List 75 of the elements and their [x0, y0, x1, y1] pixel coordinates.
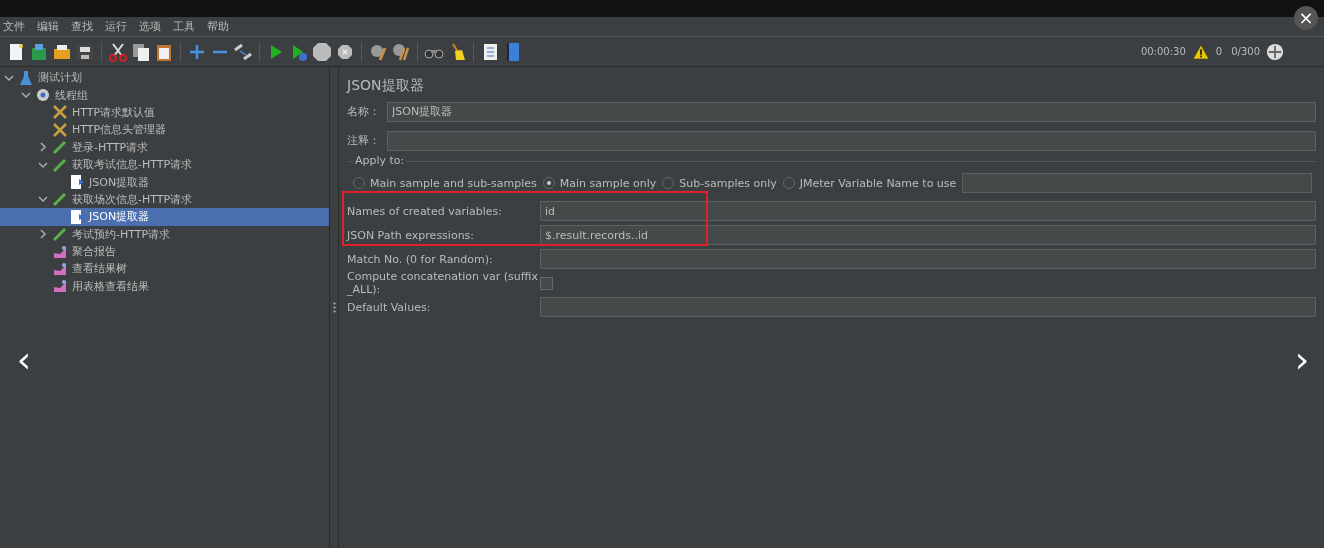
collapsed-caret-icon[interactable] [38, 142, 48, 153]
stop-icon[interactable] [312, 41, 332, 62]
toggle-icon[interactable] [233, 41, 253, 62]
tree-row[interactable]: JSON提取器 [0, 173, 329, 191]
warning-count: 0 [1215, 46, 1223, 57]
tree-row[interactable]: JSON提取器 [0, 208, 329, 226]
flask-icon [18, 69, 34, 86]
comment-field[interactable] [387, 130, 1316, 151]
menu-item[interactable]: 运行 [105, 19, 127, 34]
input-field[interactable]: $.result.records..id [540, 225, 1316, 245]
chart-icon [52, 261, 68, 277]
menu-item[interactable]: 选项 [139, 19, 161, 34]
wrench-icon [52, 121, 68, 138]
collapsed-caret-icon[interactable] [38, 229, 48, 240]
wrench-icon [52, 104, 68, 121]
field-label: JSON Path expressions: [347, 228, 476, 242]
field-label: Names of created variables: [347, 204, 503, 218]
close-button[interactable]: × [1294, 6, 1318, 30]
input-field[interactable] [540, 297, 1316, 317]
menu-item[interactable]: 工具 [173, 19, 195, 34]
expanded-caret-icon[interactable] [38, 159, 48, 170]
tree-row[interactable]: 登录-HTTP请求 [0, 138, 329, 156]
name-field[interactable]: JSON提取器 [387, 101, 1316, 122]
chart-icon [52, 278, 68, 295]
document-icon [69, 208, 85, 225]
tree-row[interactable]: 考试预约-HTTP请求 [0, 225, 329, 243]
pipette-icon [52, 191, 68, 208]
radio-option[interactable]: Sub-samples only [662, 176, 777, 190]
apply-to-label: Apply to: [353, 154, 407, 167]
tree-row[interactable]: 获取场次信息-HTTP请求 [0, 190, 329, 209]
remote-engines-icon[interactable] [1266, 42, 1284, 61]
expanded-caret-icon[interactable] [21, 90, 31, 101]
gear-icon [35, 87, 51, 104]
tree-row[interactable]: 查看结果树 [0, 260, 329, 278]
templates-icon[interactable] [29, 41, 49, 62]
tree-row[interactable]: 线程组 [0, 86, 329, 104]
pipette-icon [52, 139, 68, 156]
tree-row[interactable]: 用表格查看结果 [0, 277, 329, 296]
cut-icon[interactable] [108, 41, 128, 62]
chart-icon [52, 243, 68, 260]
pipette-icon [52, 156, 68, 173]
panel-title: JSON提取器 [347, 76, 425, 95]
menu-item[interactable]: 帮助 [207, 19, 229, 34]
copy-icon[interactable] [131, 41, 151, 62]
tree-row[interactable]: 测试计划 [0, 69, 329, 87]
tree-row[interactable]: HTTP信息头管理器 [0, 121, 329, 139]
clear-all-icon[interactable] [391, 41, 411, 62]
variable-name-field[interactable] [962, 173, 1312, 193]
radio-option[interactable]: Main sample and sub-samples [353, 176, 537, 190]
tree-row[interactable]: 获取考试信息-HTTP请求 [0, 155, 329, 174]
tree-row[interactable]: HTTP请求默认值 [0, 103, 329, 122]
menu-item[interactable]: 查找 [71, 19, 93, 34]
next-button[interactable]: › [1287, 340, 1317, 380]
elapsed-time: 00:00:30 [1140, 46, 1186, 57]
warning-icon [1191, 43, 1210, 60]
splitter-handle-icon[interactable] [332, 302, 336, 313]
tree-row[interactable]: 聚合报告 [0, 242, 329, 261]
menu-item[interactable]: 文件 [3, 19, 25, 34]
comment-label: 注释： [347, 133, 381, 148]
field-label: Default Values: [347, 300, 432, 314]
input-field[interactable] [540, 249, 1316, 269]
radio-option[interactable]: JMeter Variable Name to use [782, 176, 957, 190]
document-icon [69, 174, 85, 191]
menu-item[interactable]: 编辑 [37, 19, 59, 34]
radio-option[interactable]: Main sample only [542, 176, 657, 190]
checkbox[interactable] [540, 276, 553, 290]
previous-button[interactable]: ‹ [9, 340, 39, 380]
field-label: Compute concatenation var (suffix _ALL): [347, 270, 539, 296]
expanded-caret-icon[interactable] [38, 194, 48, 205]
name-label: 名称： [347, 104, 381, 119]
thread-count: 0/300 [1231, 46, 1260, 57]
pipette-icon [52, 226, 68, 243]
expanded-caret-icon[interactable] [4, 72, 14, 83]
input-field[interactable]: id [540, 201, 1316, 221]
field-label: Match No. (0 for Random): [347, 252, 494, 266]
